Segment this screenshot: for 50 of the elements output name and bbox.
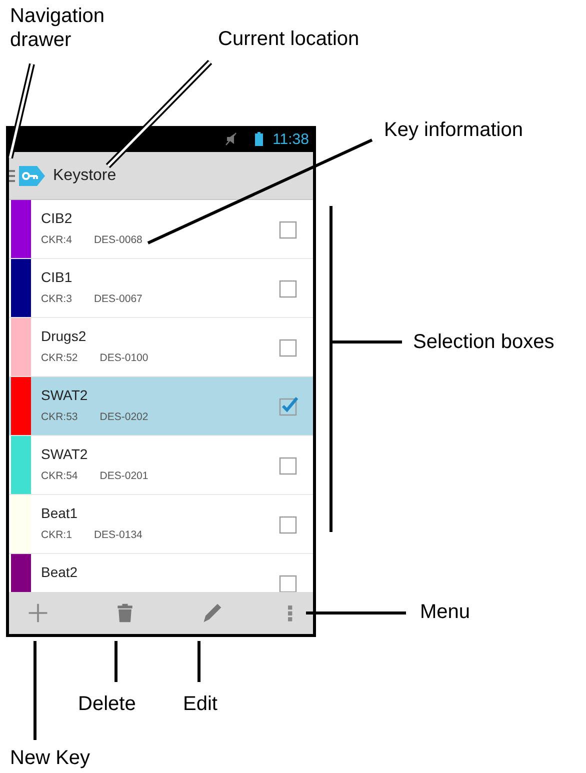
key-des: DES-0201 bbox=[100, 470, 148, 482]
callout-label: Key information bbox=[384, 118, 523, 142]
key-list-item[interactable]: CIB1 CKR:3 DES-0067 bbox=[9, 259, 313, 318]
key-name: SWAT2 bbox=[41, 446, 89, 462]
key-list-item[interactable]: CIB2 CKR:4 DES-0068 bbox=[9, 200, 313, 259]
clock-time: 11:38 bbox=[272, 130, 309, 148]
key-tag-icon[interactable] bbox=[17, 164, 47, 188]
key-ckr: CKR:3 bbox=[41, 293, 72, 305]
leader-line bbox=[198, 641, 200, 682]
checkbox[interactable] bbox=[279, 396, 299, 416]
menu-icon[interactable] bbox=[9, 170, 15, 182]
key-ckr: CKR:4 bbox=[41, 234, 72, 246]
key-list-item[interactable]: Beat1 CKR:1 DES-0134 bbox=[9, 495, 313, 554]
key-list-item[interactable]: SWAT2 CKR:54 DES-0201 bbox=[9, 436, 313, 495]
key-ckr: CKR:53 bbox=[41, 411, 78, 423]
checkbox[interactable] bbox=[279, 573, 299, 592]
key-des: DES-0100 bbox=[100, 352, 148, 364]
key-name: SWAT2 bbox=[41, 387, 89, 403]
callout-label: Selection boxes bbox=[413, 330, 554, 354]
key-ckr: CKR:54 bbox=[41, 470, 78, 482]
checkbox[interactable] bbox=[279, 337, 299, 357]
plus-icon[interactable] bbox=[27, 602, 49, 624]
checkbox[interactable] bbox=[279, 455, 299, 475]
callout-label: Menu bbox=[420, 600, 470, 624]
callout-label: Delete bbox=[78, 692, 136, 716]
checkbox[interactable] bbox=[279, 278, 299, 298]
checkbox[interactable] bbox=[279, 219, 299, 239]
key-des: DES-0068 bbox=[94, 234, 142, 246]
key-des: DES-0134 bbox=[94, 529, 142, 541]
key-name: Beat2 bbox=[41, 564, 79, 580]
key-ckr: CKR:1 bbox=[41, 529, 72, 541]
muted-speaker-icon bbox=[224, 132, 237, 146]
battery-icon bbox=[254, 132, 263, 146]
callout-label: Current location bbox=[218, 27, 360, 51]
pencil-icon[interactable] bbox=[201, 602, 223, 624]
callout-label: Edit bbox=[183, 692, 218, 716]
callout-label: Navigation drawer bbox=[10, 4, 106, 52]
screen-title: Keystore bbox=[53, 166, 116, 184]
key-ckr: CKR:52 bbox=[41, 352, 78, 364]
key-name: CIB2 bbox=[41, 210, 74, 226]
key-des: DES-0067 bbox=[94, 293, 142, 305]
callout-label: New Key bbox=[10, 746, 90, 770]
checkbox[interactable] bbox=[279, 514, 299, 534]
key-name: Drugs2 bbox=[41, 328, 88, 344]
key-list-item[interactable]: SWAT2 CKR:53 DES-0202 bbox=[9, 377, 313, 436]
key-name: CIB1 bbox=[41, 269, 74, 285]
leader-line bbox=[114, 641, 118, 682]
key-des: DES-0202 bbox=[100, 411, 148, 423]
key-list-item[interactable]: Drugs2 CKR:52 DES-0100 bbox=[9, 318, 313, 377]
key-name: Beat1 bbox=[41, 505, 79, 521]
